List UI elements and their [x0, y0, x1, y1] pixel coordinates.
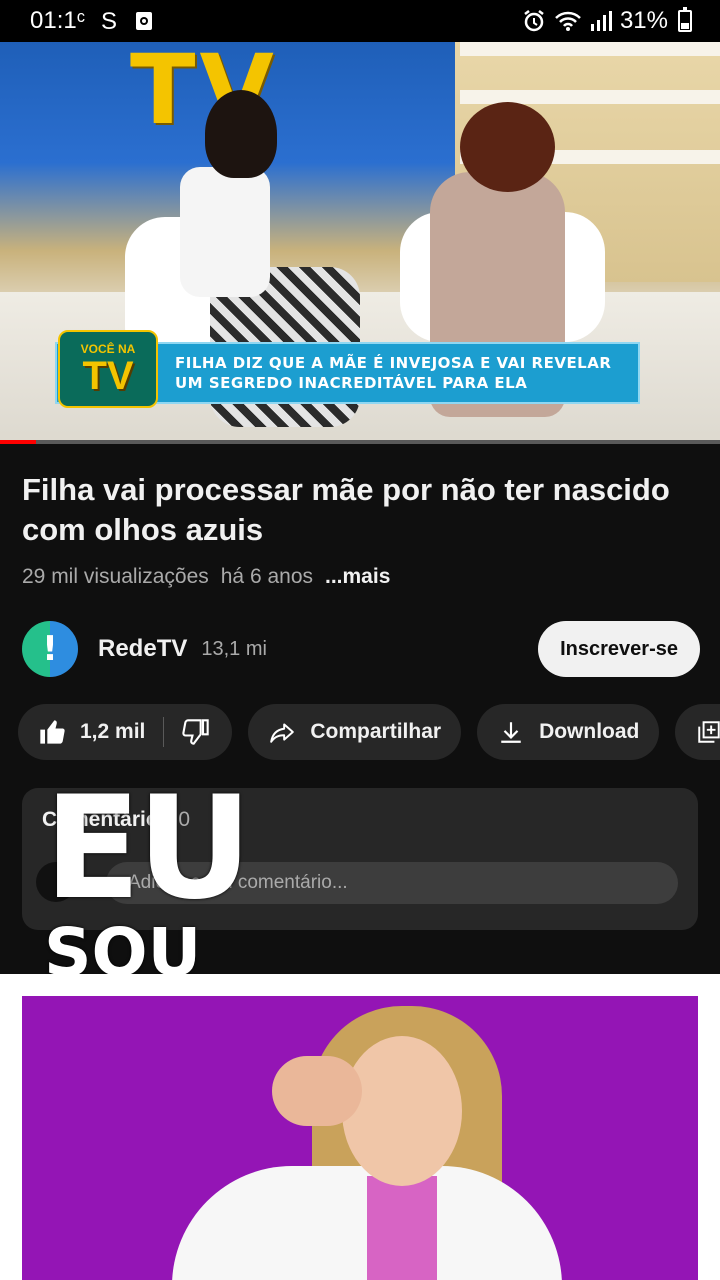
guest-right-head [460, 102, 555, 192]
more-link[interactable]: ...mais [325, 565, 390, 589]
lower-third-line-1: FILHA DIZ QUE A MÃE É INVEJOSA E VAI REV… [175, 354, 612, 372]
channel-avatar[interactable]: ! [22, 621, 78, 677]
presenter-hand [272, 1056, 362, 1126]
video-progress-fill [0, 440, 36, 444]
promo-section [0, 974, 720, 1280]
show-logo-line-2: TV [82, 354, 134, 398]
presenter-face [342, 1036, 462, 1186]
guest-left-head [205, 90, 277, 178]
share-button[interactable]: Compartilhar [248, 704, 462, 760]
svg-text:S: S [101, 9, 117, 33]
like-count[interactable]: 1,2 mil [80, 720, 145, 744]
wifi-icon [554, 10, 582, 32]
view-count: 29 mil visualizações [22, 565, 209, 588]
download-button[interactable]: Download [477, 704, 660, 760]
like-icon[interactable] [38, 718, 66, 746]
battery-percent: 31% [619, 7, 668, 34]
subscribe-button[interactable]: Inscrever-se [538, 621, 700, 677]
like-dislike-pill: 1,2 mil [18, 704, 233, 760]
video-meta[interactable]: 29 mil visualizações há 6 anos ...mais [22, 565, 390, 589]
overlay-text-line-1: EU [44, 766, 252, 931]
share-icon [268, 718, 296, 746]
overlay-text-line-2: SOU [44, 920, 202, 974]
subscriber-count: 13,1 mi [201, 637, 267, 660]
video-progress-bar[interactable] [0, 440, 720, 444]
presenter-top [367, 1176, 437, 1280]
video-player[interactable]: TV FILHA DIZ QUE A MÃE É INVEJOSA E VAI … [0, 42, 720, 444]
dislike-icon[interactable] [182, 718, 210, 746]
guest-left-body [180, 167, 270, 297]
signal-icon [590, 10, 612, 32]
download-icon [497, 718, 525, 746]
clock: 01:1ᶜ [30, 7, 86, 34]
status-bar: 01:1ᶜ S 31% [0, 0, 720, 42]
show-logo: VOCÊ NA TV [58, 330, 158, 408]
studio-stripe [460, 42, 720, 56]
share-label: Compartilhar [310, 720, 442, 743]
channel-name[interactable]: RedeTV [98, 635, 187, 663]
battery-icon [678, 7, 692, 32]
action-bar: 1,2 mil Compartilhar Download [18, 704, 720, 762]
s-icon: S [101, 9, 119, 33]
promo-thumbnail[interactable] [22, 996, 698, 1280]
channel-row: ! RedeTV 13,1 mi Inscrever-se [22, 620, 700, 678]
media-icon [135, 11, 153, 31]
download-label: Download [539, 720, 640, 743]
like-divider [163, 717, 165, 747]
add-to-playlist-icon [695, 718, 720, 746]
video-title[interactable]: Filha vai processar mãe por não ter nasc… [22, 470, 682, 550]
alarm-icon [522, 9, 546, 33]
channel-avatar-glyph: ! [42, 629, 58, 669]
save-button[interactable] [675, 704, 720, 760]
lower-third-line-2: UM SEGREDO INACREDITÁVEL PARA ELA [175, 374, 528, 392]
upload-age: há 6 anos [220, 565, 313, 588]
